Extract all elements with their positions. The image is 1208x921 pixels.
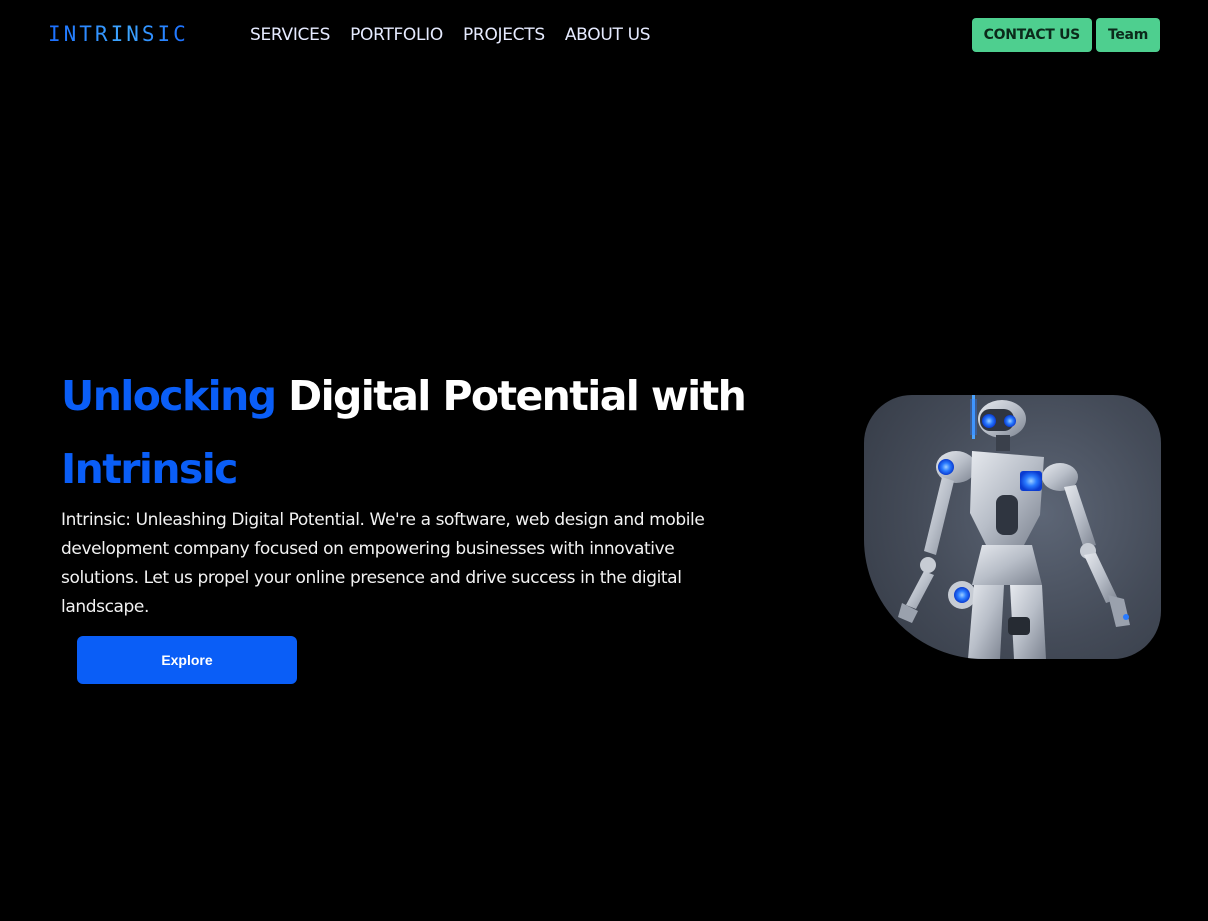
hero-title-rest: Digital Potential with (288, 372, 747, 420)
explore-button[interactable]: Explore (77, 636, 297, 684)
nav-link-about-us[interactable]: ABOUT US (565, 24, 651, 46)
nav-link-portfolio[interactable]: PORTFOLIO (350, 24, 443, 46)
hero-title-accent: Unlocking (61, 372, 277, 420)
contact-us-button[interactable]: CONTACT US (971, 18, 1092, 52)
hero-title-brand: Intrinsic (61, 445, 238, 493)
hero-description: Intrinsic: Unleashing Digital Potential.… (61, 510, 705, 617)
main-nav: SERVICES PORTFOLIO PROJECTS ABOUT US (250, 24, 651, 46)
nav-link-services[interactable]: SERVICES (250, 24, 330, 46)
site-logo[interactable]: INTRINSIC (48, 20, 189, 48)
nav-link-projects[interactable]: PROJECTS (463, 24, 545, 46)
robot-icon (898, 395, 1130, 659)
hero-robot-image (864, 395, 1161, 659)
header-actions: CONTACT US Team (971, 18, 1160, 52)
page: INTRINSIC SERVICES PORTFOLIO PROJECTS AB… (0, 0, 1208, 921)
team-button[interactable]: Team (1095, 18, 1160, 52)
hero-title: Unlocking Digital Potential with Intrins… (61, 360, 781, 506)
